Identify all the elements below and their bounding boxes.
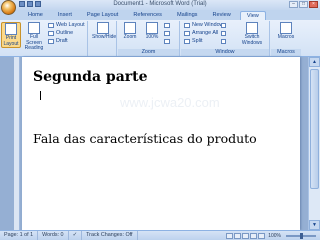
print-layout-icon [5,23,17,35]
window-title: Document1 - Microsoft Word (Trial) [113,1,207,7]
split-icon [184,39,190,44]
switch-windows-icon [246,22,258,34]
page-width-icon [164,39,170,44]
zoom-button[interactable]: Zoom [120,22,140,48]
web-layout-view-icon[interactable] [242,232,250,239]
draft-view-icon[interactable] [258,232,266,239]
split-button[interactable]: Split [184,38,203,45]
document-area: Segunda parte www.jcwa20.com Fala das ca… [0,57,320,230]
document-heading: Segunda parte [33,69,148,85]
switch-windows-button[interactable]: Switch Windows [237,22,267,48]
print-layout-view-icon[interactable] [226,232,234,239]
show-hide-group: Show/Hide [89,21,117,56]
proofing-icon[interactable]: ✓ [69,231,83,240]
text-cursor [40,91,41,100]
macros-button[interactable]: Macros [275,22,297,48]
word-count[interactable]: Words: 0 [38,231,69,240]
watermark-text: www.jcwa20.com [120,95,220,110]
page-width-button[interactable] [164,38,170,45]
tab-references[interactable]: References [127,11,168,20]
two-pages-button[interactable] [164,30,170,37]
macros-icon [280,22,292,34]
macros-group-label: Macros [271,49,301,56]
macros-group: Macros Macros [271,21,301,56]
one-page-button[interactable] [164,22,170,29]
print-layout-label: Print Layout [3,35,19,47]
web-layout-label: Web Layout [56,22,85,28]
one-page-icon [164,23,170,28]
view-buttons: 100% [226,232,320,239]
page-count[interactable]: Page: 1 of 1 [0,231,39,240]
arrange-all-button[interactable]: Arrange All [184,30,218,37]
show-hide-button[interactable]: Show/Hide [92,22,117,48]
tab-view[interactable]: View [239,11,266,20]
synchronous-scrolling-button[interactable] [221,30,226,37]
status-bar: Page: 1 of 1 Words: 0 ✓ Track Changes: O… [0,230,320,240]
new-window-button[interactable]: New Window [184,22,223,29]
zoom-label: Zoom [123,34,137,40]
outline-button[interactable]: Outline [48,30,73,37]
close-button[interactable]: × [309,1,318,8]
zoom-100-icon [146,22,158,34]
outline-icon [48,31,54,36]
document-body-text: Fala das características do produto [33,131,257,146]
ribbon-tabs: Home Insert Page Layout References Maili… [0,10,320,20]
full-screen-reading-icon [28,22,40,34]
full-screen-reading-button[interactable]: Full Screen Reading [23,22,45,51]
arrange-all-label: Arrange All [192,30,219,36]
outline-view-icon[interactable] [250,232,258,239]
full-screen-reading-label: Full Screen Reading [24,34,44,51]
maximize-button[interactable]: □ [299,1,308,8]
zoom-100-label: 100% [145,34,159,40]
show-hide-label: Show/Hide [92,34,117,40]
window-group: New Window Arrange All Split Switch Wind… [181,21,270,56]
zoom-level[interactable]: 100% [266,233,283,239]
draft-label: Draft [56,38,68,44]
vertical-ruler [14,57,20,230]
scroll-down-icon[interactable]: ▼ [309,220,320,230]
draft-button[interactable]: Draft [48,38,68,45]
outline-label: Outline [56,30,74,36]
magnifier-icon [124,22,136,34]
vertical-scrollbar[interactable]: ▲ ▼ [308,57,320,230]
tab-page-layout[interactable]: Page Layout [81,11,124,20]
scroll-up-icon[interactable]: ▲ [309,57,320,67]
web-layout-button[interactable]: Web Layout [48,22,85,29]
view-side-by-side-button[interactable] [221,22,226,29]
zoom-group-label: Zoom [118,49,179,56]
ribbon: Print Layout Full Screen Reading Web Lay… [0,20,320,57]
tab-mailings[interactable]: Mailings [171,11,204,20]
view-side-by-side-icon [221,23,226,28]
tab-home[interactable]: Home [22,11,49,20]
minimize-button[interactable]: – [289,1,298,8]
draft-icon [48,39,54,44]
split-label: Split [192,38,203,44]
office-button[interactable] [1,0,16,15]
show-hide-icon [97,22,109,34]
document-views-group: Print Layout Full Screen Reading Web Lay… [0,21,88,56]
synchronous-scrolling-icon [221,31,226,36]
window-controls: – □ × [289,1,318,8]
document-page[interactable]: Segunda parte www.jcwa20.com Fala das ca… [22,57,300,230]
switch-windows-label: Switch Windows [241,34,263,46]
full-screen-view-icon[interactable] [234,232,242,239]
reset-window-position-button[interactable] [221,38,226,45]
new-window-label: New Window [192,22,224,28]
macros-label: Macros [277,34,295,40]
web-layout-icon [48,23,54,28]
track-changes-status[interactable]: Track Changes: Off [82,231,138,240]
two-pages-icon [164,31,170,36]
new-window-icon [184,23,190,28]
scroll-thumb[interactable] [310,69,319,189]
title-bar: Document1 - Microsoft Word (Trial) – □ × [0,0,320,15]
window-group-label: Window [181,49,269,56]
zoom-group: Zoom 100% Zoom [118,21,180,56]
arrange-all-icon [184,31,190,36]
zoom-slider[interactable] [286,232,316,239]
tab-review[interactable]: Review [206,11,236,20]
zoom-100-button[interactable]: 100% [142,22,162,48]
reset-window-position-icon [221,39,226,44]
print-layout-button[interactable]: Print Layout [1,22,21,48]
tab-insert[interactable]: Insert [52,11,78,20]
